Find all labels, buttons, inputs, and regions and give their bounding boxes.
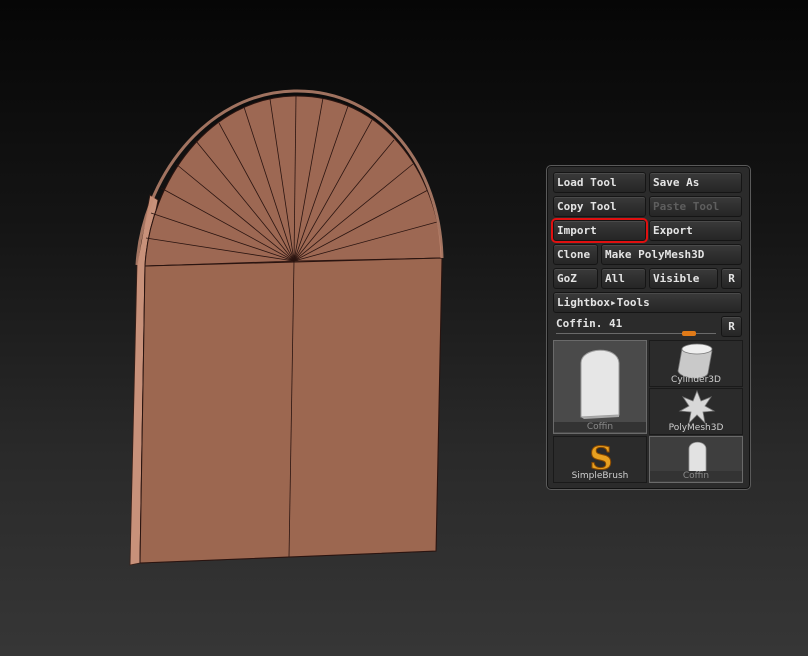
coffin-body <box>139 257 443 564</box>
save-as-button[interactable]: Save As <box>649 172 742 193</box>
thumb-label: SimpleBrush <box>571 471 629 481</box>
goz-button[interactable]: GoZ <box>553 268 598 289</box>
lightbox-tools-button[interactable]: Lightbox▸Tools <box>553 292 742 313</box>
export-button[interactable]: Export <box>649 220 742 241</box>
import-button[interactable]: Import <box>551 218 648 243</box>
tool-thumb-coffin-large[interactable]: Coffin <box>553 340 647 434</box>
coffin-thumb-icon <box>580 349 620 419</box>
slider-reset-button[interactable]: R <box>721 316 742 337</box>
thumb-label: Coffin <box>554 422 646 432</box>
goz-r-button[interactable]: R <box>721 268 742 289</box>
tool-thumb-cylinder3d[interactable]: Cylinder3D <box>649 340 743 387</box>
paste-tool-button[interactable]: Paste Tool <box>649 196 742 217</box>
goz-visible-button[interactable]: Visible <box>649 268 718 289</box>
tool-thumb-polymesh3d[interactable]: PolyMesh3D <box>649 388 743 435</box>
thumb-label: Coffin <box>650 471 742 481</box>
thumb-label: Cylinder3D <box>671 375 721 385</box>
tool-thumb-coffin-small[interactable]: Coffin <box>649 436 743 483</box>
thumb-label: PolyMesh3D <box>668 423 724 433</box>
copy-tool-button[interactable]: Copy Tool <box>553 196 646 217</box>
goz-all-button[interactable]: All <box>601 268 646 289</box>
clone-button[interactable]: Clone <box>553 244 598 265</box>
tool-slider-label: Coffin. 41 <box>556 317 623 330</box>
coffin-arch <box>144 95 443 267</box>
make-polymesh3d-button[interactable]: Make PolyMesh3D <box>601 244 742 265</box>
tool-thumb-simplebrush[interactable]: S SimpleBrush <box>553 436 647 483</box>
load-tool-button[interactable]: Load Tool <box>553 172 646 193</box>
tool-slider-knob[interactable] <box>681 331 696 336</box>
